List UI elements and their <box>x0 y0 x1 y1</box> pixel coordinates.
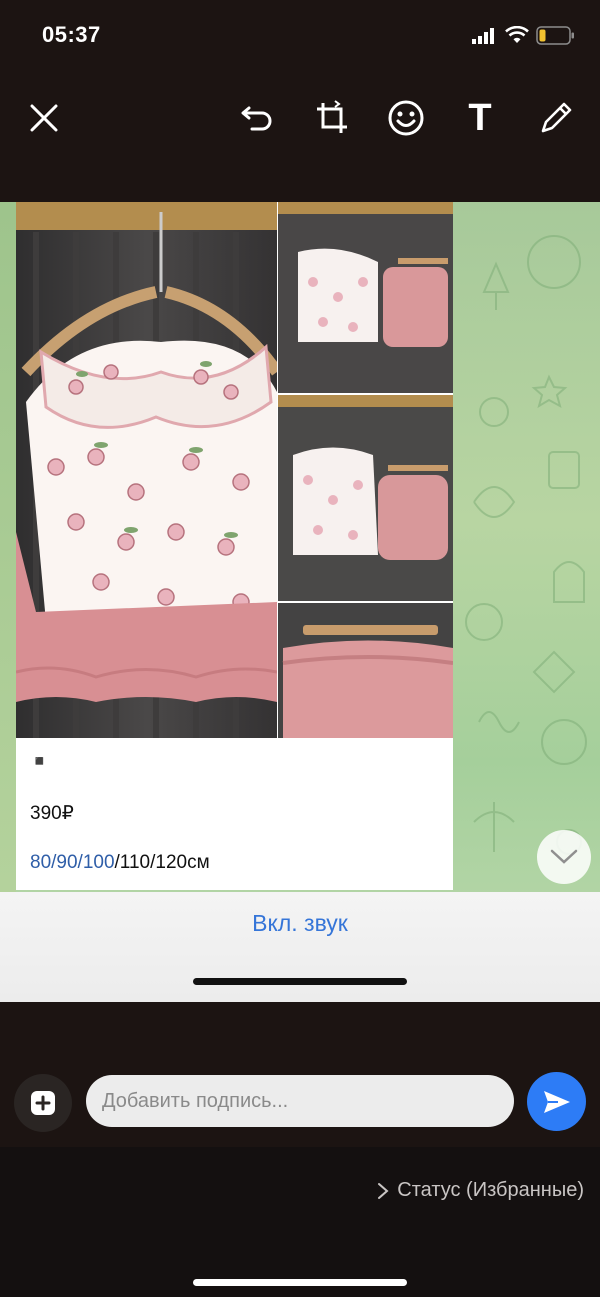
message-caption: ◾ 390₽ 80/90/100/110/120см <box>16 738 453 890</box>
draw-button[interactable] <box>530 92 582 144</box>
message-bubble[interactable]: ◾ 390₽ 80/90/100/110/120см <box>16 202 453 890</box>
caption-emoji: ◾ <box>30 753 49 770</box>
product-photo-main[interactable] <box>16 202 277 738</box>
crop-rotate-icon <box>317 100 347 133</box>
crop-rotate-button[interactable] <box>306 92 358 144</box>
caption-compose-row <box>0 1002 600 1147</box>
add-media-button[interactable] <box>14 1074 72 1132</box>
product-photo-main-image <box>16 202 277 738</box>
text-tool-button[interactable]: T <box>454 92 506 144</box>
smiley-icon <box>388 100 424 136</box>
home-indicator <box>193 1279 407 1286</box>
product-photo-side-3[interactable] <box>278 603 453 738</box>
home-indicator-inner <box>193 978 407 985</box>
product-photo-side-3-image <box>278 603 453 738</box>
product-photo-side-1[interactable] <box>278 202 453 393</box>
image-preview[interactable]: ◾ 390₽ 80/90/100/110/120см Вкл. звук <box>0 202 600 1002</box>
caption-sizes: 80/90/100/110/120см <box>30 852 210 874</box>
undo-icon <box>241 106 272 131</box>
editor-toolbar: T <box>0 72 600 202</box>
chat-wallpaper-doodles <box>465 235 587 855</box>
battery-icon <box>536 26 574 45</box>
close-icon <box>30 104 58 132</box>
add-photo-icon <box>31 1091 55 1115</box>
chat-background-left <box>0 202 16 892</box>
bottom-panel: Статус (Избранные) <box>0 1147 600 1297</box>
send-button[interactable] <box>527 1072 586 1131</box>
wifi-icon <box>505 26 529 43</box>
sticker-button[interactable] <box>380 92 432 144</box>
product-photo-side-1-image <box>278 202 453 393</box>
sound-bar: Вкл. звук <box>0 892 600 1002</box>
undo-button[interactable] <box>232 92 284 144</box>
status-bar: 05:37 <box>0 0 600 72</box>
scroll-down-button[interactable] <box>537 830 591 884</box>
caption-input[interactable] <box>86 1075 514 1127</box>
caption-sizes-rest: /110/120см <box>114 852 210 873</box>
product-photo-side-2[interactable] <box>278 395 453 601</box>
text-tool-icon: T <box>468 96 492 139</box>
recipient-label: Статус (Избранные) <box>397 1179 584 1201</box>
signal-icon <box>472 28 494 44</box>
close-button[interactable] <box>18 92 70 144</box>
send-icon <box>543 1090 570 1113</box>
product-photo-side-2-image <box>278 395 453 601</box>
chevron-down-icon <box>550 849 578 864</box>
recipient-selector[interactable]: Статус (Избранные) <box>377 1179 584 1202</box>
caption-price: 390₽ <box>30 803 74 824</box>
pencil-icon <box>541 102 572 133</box>
sound-toggle-button[interactable]: Вкл. звук <box>0 910 600 937</box>
caption-sizes-link[interactable]: 80/90/100 <box>30 852 115 873</box>
chevron-right-icon <box>378 1182 389 1199</box>
status-time: 05:37 <box>42 22 101 47</box>
